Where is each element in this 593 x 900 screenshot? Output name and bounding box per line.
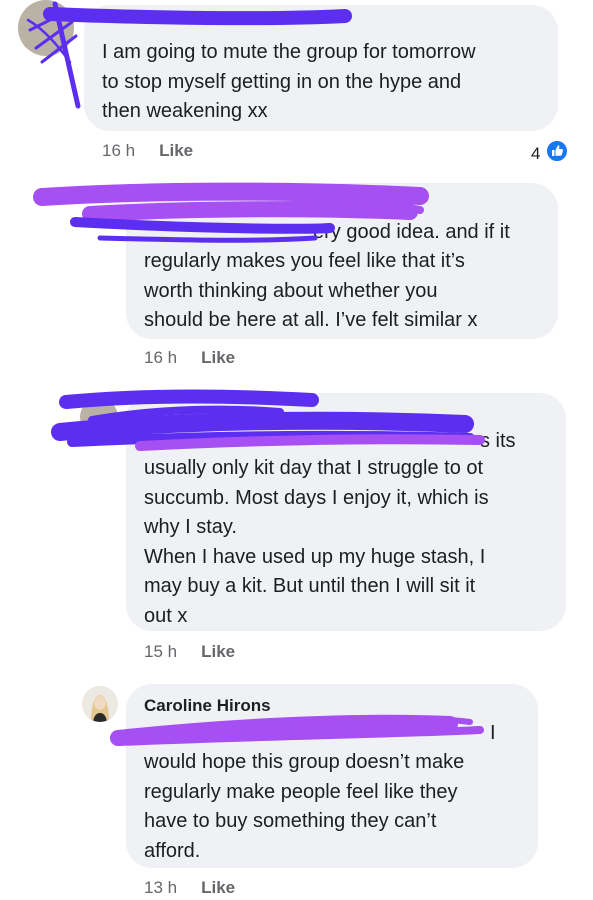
avatar[interactable] — [82, 686, 118, 722]
comment-meta: 15 h Like — [144, 642, 235, 662]
like-button[interactable]: Like — [159, 141, 193, 161]
like-reaction-icon — [546, 140, 569, 167]
comment-timestamp: 16 h — [144, 348, 178, 367]
comment-timestamp: 16 h — [102, 141, 136, 160]
like-button[interactable]: Like — [201, 878, 235, 898]
like-button[interactable]: Like — [201, 348, 235, 368]
reaction-count-label: 4 — [531, 143, 541, 163]
comment-timestamp: 13 h — [144, 878, 178, 897]
comment-timestamp: 15 h — [144, 642, 178, 661]
profile-photo-icon — [82, 686, 118, 722]
comment-text: s its — [480, 430, 516, 452]
comment-meta: 16 h Like — [102, 141, 193, 161]
comment-text: I — [490, 722, 496, 744]
comment-text: regularly makes you feel like that it’s … — [144, 250, 478, 331]
comment-text: would hope this group doesn’t make regul… — [144, 751, 465, 862]
comment-meta: 16 h Like — [144, 348, 235, 368]
comment-text: I am going to mute the group for tomorro… — [102, 41, 476, 122]
comment-text: ery good idea. and if it — [313, 221, 510, 243]
reaction-count[interactable]: 4 — [531, 140, 569, 167]
comment-text: usually only kit day that I struggle to … — [144, 457, 489, 627]
comment-author[interactable]: Caroline Hirons — [144, 696, 271, 716]
like-button[interactable]: Like — [201, 642, 235, 662]
comment-meta: 13 h Like — [144, 878, 235, 898]
avatar[interactable] — [18, 0, 74, 56]
avatar[interactable] — [80, 398, 118, 436]
